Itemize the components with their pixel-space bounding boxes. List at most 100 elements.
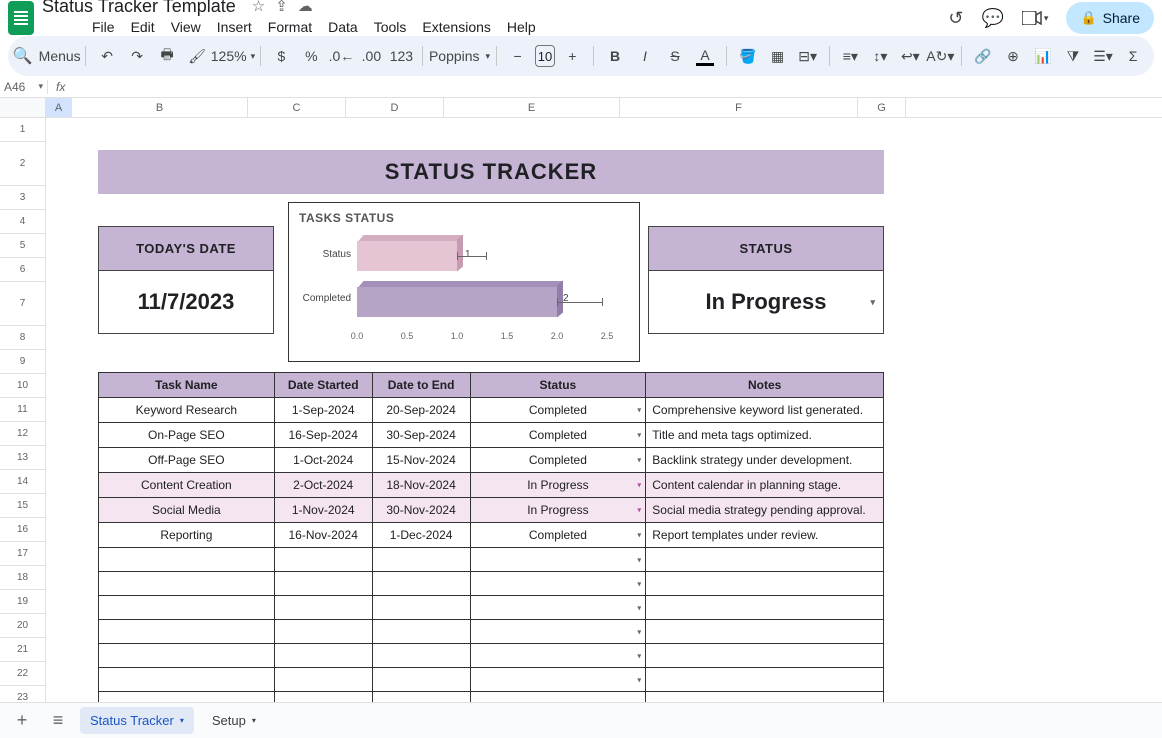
menu-file[interactable]: File bbox=[86, 17, 121, 37]
filter-button[interactable]: ⧩ bbox=[1060, 42, 1086, 70]
zoom-dropdown[interactable]: 125%▾ bbox=[214, 42, 252, 70]
row-header-4[interactable]: 4 bbox=[0, 210, 45, 234]
menu-tools[interactable]: Tools bbox=[368, 17, 413, 37]
table-cell[interactable]: ▾ bbox=[470, 668, 646, 692]
row-header-20[interactable]: 20 bbox=[0, 614, 45, 638]
search-menus[interactable]: 🔍Menus bbox=[16, 42, 77, 70]
row-header-2[interactable]: 2 bbox=[0, 142, 45, 186]
currency-button[interactable]: $ bbox=[268, 42, 294, 70]
decrease-decimal-button[interactable]: .0← bbox=[328, 42, 354, 70]
col-header-F[interactable]: F bbox=[620, 98, 858, 117]
paint-format-button[interactable]: 🖌 bbox=[184, 42, 210, 70]
menu-format[interactable]: Format bbox=[262, 17, 318, 37]
row-header-7[interactable]: 7 bbox=[0, 282, 45, 326]
font-size-input[interactable]: 10 bbox=[535, 45, 556, 67]
row-header-5[interactable]: 5 bbox=[0, 234, 45, 258]
italic-button[interactable]: I bbox=[632, 42, 658, 70]
menu-extensions[interactable]: Extensions bbox=[416, 17, 496, 37]
col-header-A[interactable]: A bbox=[46, 98, 72, 117]
name-box[interactable]: A46▾ bbox=[0, 80, 48, 94]
v-align-button[interactable]: ↕▾ bbox=[867, 42, 893, 70]
table-cell[interactable]: ▾ bbox=[470, 572, 646, 596]
comments-icon[interactable]: 💬 bbox=[982, 8, 1004, 29]
undo-button[interactable]: ↶ bbox=[94, 42, 120, 70]
row-header-17[interactable]: 17 bbox=[0, 542, 45, 566]
row-header-14[interactable]: 14 bbox=[0, 470, 45, 494]
table-cell[interactable]: In Progress▾ bbox=[470, 473, 646, 498]
table-cell[interactable]: ▾ bbox=[470, 644, 646, 668]
more-formats-button[interactable]: 123 bbox=[388, 42, 414, 70]
menu-edit[interactable]: Edit bbox=[125, 17, 161, 37]
menu-help[interactable]: Help bbox=[501, 17, 542, 37]
menu-data[interactable]: Data bbox=[322, 17, 364, 37]
col-header-C[interactable]: C bbox=[248, 98, 346, 117]
row-header-8[interactable]: 8 bbox=[0, 326, 45, 350]
tasks-status-chart[interactable]: TASKS STATUS Status Completed 1 2 0.00.5… bbox=[288, 202, 640, 362]
row-header-11[interactable]: 11 bbox=[0, 398, 45, 422]
all-sheets-button[interactable]: ≡ bbox=[44, 710, 72, 731]
row-header-1[interactable]: 1 bbox=[0, 118, 45, 142]
row-header-10[interactable]: 10 bbox=[0, 374, 45, 398]
status-card-value[interactable]: In Progress ▾ bbox=[649, 271, 883, 333]
col-header-B[interactable]: B bbox=[72, 98, 248, 117]
tab-setup[interactable]: Setup▾ bbox=[202, 707, 266, 734]
row-header-3[interactable]: 3 bbox=[0, 186, 45, 210]
row-header-22[interactable]: 22 bbox=[0, 662, 45, 686]
history-icon[interactable]: ↺ bbox=[948, 8, 963, 29]
col-header-D[interactable]: D bbox=[346, 98, 444, 117]
link-button[interactable]: 🔗 bbox=[970, 42, 996, 70]
bold-button[interactable]: B bbox=[602, 42, 628, 70]
row-header-16[interactable]: 16 bbox=[0, 518, 45, 542]
table-cell[interactable]: Completed▾ bbox=[470, 523, 646, 548]
cloud-icon[interactable]: ☁ bbox=[298, 0, 313, 15]
chart-button[interactable]: 📊 bbox=[1030, 42, 1056, 70]
increase-decimal-button[interactable]: .00 bbox=[358, 42, 384, 70]
table-cell[interactable]: ▾ bbox=[470, 596, 646, 620]
row-header-15[interactable]: 15 bbox=[0, 494, 45, 518]
decrease-font-button[interactable]: − bbox=[505, 42, 531, 70]
tab-status-tracker[interactable]: Status Tracker▾ bbox=[80, 707, 194, 734]
table-cell[interactable]: In Progress▾ bbox=[470, 498, 646, 523]
sheets-app-icon[interactable] bbox=[8, 1, 34, 35]
star-icon[interactable]: ☆ bbox=[252, 0, 265, 15]
table-cell[interactable]: Completed▾ bbox=[470, 423, 646, 448]
row-header-13[interactable]: 13 bbox=[0, 446, 45, 470]
row-header-12[interactable]: 12 bbox=[0, 422, 45, 446]
add-sheet-button[interactable]: + bbox=[8, 710, 36, 731]
menu-view[interactable]: View bbox=[165, 17, 207, 37]
h-align-button[interactable]: ≡▾ bbox=[837, 42, 863, 70]
table-cell[interactable]: Completed▾ bbox=[470, 398, 646, 423]
rotate-button[interactable]: A↻▾ bbox=[927, 42, 953, 70]
spreadsheet-grid[interactable]: ABCDEFG 12345678910111213141516171819202… bbox=[0, 98, 1162, 718]
strikethrough-button[interactable]: S bbox=[662, 42, 688, 70]
fill-color-button[interactable]: 🪣 bbox=[735, 42, 761, 70]
meet-icon[interactable]: ▾ bbox=[1022, 11, 1049, 25]
borders-button[interactable]: ▦ bbox=[765, 42, 791, 70]
percent-button[interactable]: % bbox=[298, 42, 324, 70]
cells-area[interactable]: STATUS TRACKER TODAY'S DATE 11/7/2023 ST… bbox=[46, 118, 1162, 718]
comment-button[interactable]: ⊕ bbox=[1000, 42, 1026, 70]
text-color-button[interactable]: A bbox=[692, 42, 718, 70]
font-dropdown[interactable]: Poppins▾ bbox=[431, 42, 488, 70]
move-icon[interactable]: ⇪ bbox=[275, 0, 288, 15]
row-header-19[interactable]: 19 bbox=[0, 590, 45, 614]
functions-button[interactable]: Σ bbox=[1120, 42, 1146, 70]
document-title[interactable]: Status Tracker Template bbox=[42, 0, 236, 17]
menu-insert[interactable]: Insert bbox=[211, 17, 258, 37]
filter-views-button[interactable]: ☰▾ bbox=[1090, 42, 1116, 70]
print-button[interactable]: 🖶 bbox=[154, 42, 180, 70]
share-button[interactable]: 🔒 Share bbox=[1066, 2, 1154, 34]
table-cell[interactable]: ▾ bbox=[470, 620, 646, 644]
merge-button[interactable]: ⊟▾ bbox=[795, 42, 821, 70]
table-cell[interactable]: Completed▾ bbox=[470, 448, 646, 473]
row-header-6[interactable]: 6 bbox=[0, 258, 45, 282]
col-header-E[interactable]: E bbox=[444, 98, 620, 117]
select-all-corner[interactable] bbox=[0, 98, 46, 117]
col-header-G[interactable]: G bbox=[858, 98, 906, 117]
wrap-button[interactable]: ↩▾ bbox=[897, 42, 923, 70]
increase-font-button[interactable]: + bbox=[559, 42, 585, 70]
row-header-9[interactable]: 9 bbox=[0, 350, 45, 374]
redo-button[interactable]: ↷ bbox=[124, 42, 150, 70]
table-cell[interactable]: ▾ bbox=[470, 548, 646, 572]
row-header-21[interactable]: 21 bbox=[0, 638, 45, 662]
